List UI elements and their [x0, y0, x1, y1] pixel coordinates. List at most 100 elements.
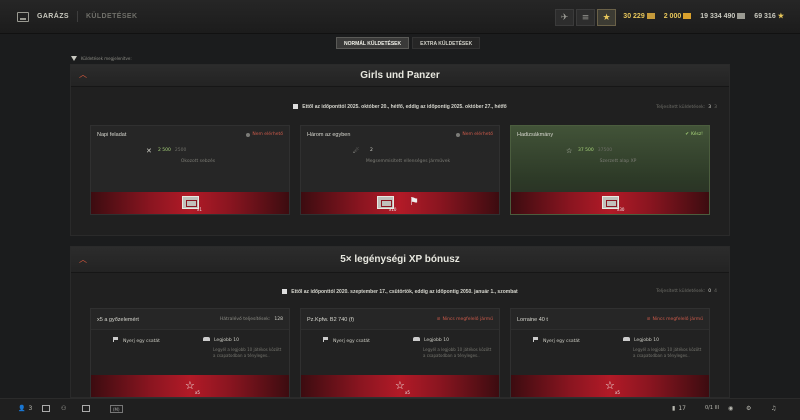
ping-indicator: 0/1 III [705, 405, 719, 411]
lock-icon [456, 132, 461, 137]
condition-best-text: Legjobb 10 [634, 338, 659, 343]
card-status-text: Nem elérhető [462, 132, 493, 137]
card-title: Lorraine 40 t [517, 317, 548, 323]
commander-hat-icon [413, 337, 420, 341]
card-status: ✔ Kész! [685, 132, 703, 137]
shield-button[interactable] [82, 405, 90, 412]
gold-amount[interactable]: 30 229 [623, 12, 655, 20]
condition-win: Nyerj egy csatát [533, 337, 580, 344]
panel-header: ︿ 5× legénységi XP bónusz [71, 247, 729, 273]
user-icon: 👤 [18, 405, 26, 412]
mission-card[interactable]: Napi feladat Nem elérhető ✕ 2 500 2500 Ok… [90, 125, 290, 215]
crew-xp-star-icon[interactable]: ☆ [185, 379, 195, 392]
card-status: ⊘ Nincs megfelelő jármű [437, 317, 493, 322]
notifications-button[interactable]: ♫ [771, 405, 776, 412]
mission-card[interactable]: x5 a győzelemért Hátralévő teljesítések:… [90, 308, 290, 398]
ban-icon: ⊘ [646, 317, 651, 322]
condition-best-desc: Legyél a legjobb 10 játékos között a csa… [423, 347, 492, 358]
plane-icon: ✈ [560, 12, 569, 23]
xp-icon [683, 13, 692, 19]
card-status-text: Nincs megfelelő jármű [652, 317, 703, 322]
main-nav: GARÁZS KÜLDETÉSEK [17, 11, 137, 22]
clan-button[interactable]: ⚇ [61, 405, 66, 412]
mode-button-3[interactable]: ★ [597, 9, 616, 26]
mission-card-completed[interactable]: Hadizsákmány ✔ Kész! ☆ 37 500 37500 Szerze… [510, 125, 710, 215]
bar-chart-icon: ▮ [672, 405, 676, 412]
battle-mode-selector: ✈ ≡ ★ [555, 9, 616, 26]
mission-card[interactable]: Pz.Kpfw. B2 740 (f) ⊘ Nincs megfelelő jár… [300, 308, 500, 398]
completed-label: Teljesített küldetések: [656, 289, 706, 294]
card-status-text: Kész! [690, 132, 703, 137]
reward-count: x10 [389, 207, 397, 212]
chat-button[interactable] [42, 405, 50, 412]
condition-win-text: Nyerj egy csatát [543, 339, 580, 344]
stats-count: 17 [678, 405, 686, 412]
condition-best-text: Legjobb 10 [424, 338, 449, 343]
xp-star-icon: ☆ [566, 147, 573, 155]
condition-win: Nyerj egy csatát [113, 337, 160, 344]
mission-panel-crew-xp: ︿ 5× legénységi XP bónusz Ettől az időpo… [70, 246, 730, 398]
reward-count: x5 [405, 390, 410, 395]
bond-star-icon: ★ [777, 13, 784, 20]
card-value: 2 [370, 148, 373, 153]
card-status: Hátralévő teljesítések: 128 [220, 317, 283, 322]
card-title: Pz.Kpfw. B2 740 (f) [307, 317, 355, 323]
panel-dates-text: Ettől az időponttól 2025. október 20., h… [302, 104, 507, 110]
panel-title: 5× legénységi XP bónusz [340, 254, 460, 265]
panel-header: ︿ Girls und Panzer [71, 65, 729, 87]
card-max: 37500 [597, 148, 613, 153]
crew-xp-star-icon[interactable]: ☆ [395, 379, 405, 392]
filter-icon[interactable] [71, 56, 77, 61]
boost-item-icon[interactable]: ⚑ [409, 195, 419, 208]
mission-card[interactable]: Lorraine 40 t ⊘ Nincs megfelelő jármű Nye… [510, 308, 710, 398]
nav-divider [76, 11, 78, 22]
flag-icon [323, 337, 328, 342]
friends-button[interactable]: 👤 3 [18, 405, 32, 412]
credits-amount[interactable]: 19 334 490 [700, 12, 746, 20]
bonds-amount[interactable]: 69 316 ★ [754, 12, 784, 21]
reward-bar: x1 [91, 192, 289, 214]
freexp-amount[interactable]: 2 000 [664, 12, 692, 20]
garage-icon[interactable] [17, 11, 29, 22]
settings-button[interactable]: ⚙ [746, 405, 751, 412]
nav-missions[interactable]: KÜLDETÉSEK [86, 13, 137, 20]
ban-icon: ⊘ [436, 317, 441, 322]
group-icon: ⚇ [61, 405, 67, 412]
server-label: (M) [110, 405, 123, 413]
total-count: 3 [714, 105, 717, 110]
card-progress: 2 [370, 148, 373, 153]
server-button[interactable]: (M) [110, 405, 123, 413]
card-title: Hadizsákmány [517, 132, 554, 138]
tab-extra-missions[interactable]: EXTRA KÜLDETÉSEK [412, 37, 481, 49]
panel-title: Girls und Panzer [360, 70, 440, 81]
nav-garage[interactable]: GARÁZS [37, 13, 69, 20]
gold-icon [646, 13, 655, 19]
lock-icon [246, 132, 251, 137]
reward-count: x5 [615, 390, 620, 395]
total-count: 4 [714, 289, 717, 294]
mode-button-1[interactable]: ✈ [555, 9, 574, 26]
card-status: ⊘ Nincs megfelelő jármű [647, 317, 703, 322]
condition-win-text: Nyerj egy csatát [333, 339, 370, 344]
bottom-bar: 👤 3 ⚇ (M) ▮ 17 0/1 III ◉ ⚙ ♫ [0, 398, 800, 420]
crew-xp-star-icon[interactable]: ☆ [605, 379, 615, 392]
condition-win: Nyerj egy csatát [323, 337, 370, 344]
gear-icon: ⚙ [746, 405, 752, 412]
card-value: 37 500 [578, 148, 594, 153]
mission-filter[interactable]: Küldetések megjelenítve: [71, 56, 132, 61]
stats-button[interactable]: ▮ 17 [672, 405, 686, 412]
eye-icon: ◉ [728, 405, 734, 412]
remaining-count: 128 [274, 317, 283, 322]
condition-best: Legjobb 10 [413, 337, 449, 343]
calendar-icon [282, 289, 288, 294]
view-button[interactable]: ◉ [728, 405, 733, 412]
card-progress: 2 500 2500 [158, 148, 186, 153]
card-status-text: Nem elérhető [252, 132, 283, 137]
mission-card[interactable]: Három az egyben Nem elérhető ☄ 2 Megsemm… [300, 125, 500, 215]
reward-count: x1 [197, 207, 202, 212]
card-max: 2500 [174, 148, 187, 153]
tab-normal-missions[interactable]: NORMÁL KÜLDETÉSEK [336, 37, 410, 49]
flag-icon [113, 337, 118, 342]
commander-hat-icon [203, 337, 210, 341]
mode-button-2[interactable]: ≡ [576, 9, 595, 26]
